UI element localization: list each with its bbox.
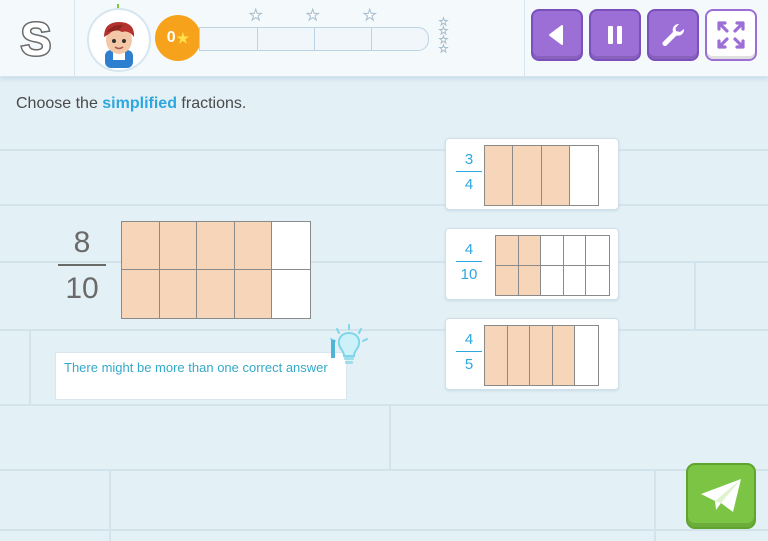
empty-cell xyxy=(541,265,564,295)
hint-box: There might be more than one correct ans… xyxy=(55,352,347,400)
shaded-cell xyxy=(507,326,531,385)
option-grid xyxy=(495,235,610,296)
fraction-bar xyxy=(456,171,482,172)
question-suffix: fractions. xyxy=(176,95,247,112)
option-numerator: 4 xyxy=(464,241,474,258)
pause-icon xyxy=(608,26,622,44)
shaded-cell xyxy=(541,146,570,205)
settings-button[interactable] xyxy=(647,9,699,61)
main-fraction: 8 10 xyxy=(58,226,106,306)
divider xyxy=(74,0,75,76)
option-denominator: 5 xyxy=(464,356,474,373)
hint-text: There might be more than one correct ans… xyxy=(64,360,328,375)
shaded-cell xyxy=(496,236,519,266)
empty-cell xyxy=(272,222,310,270)
shaded-cell xyxy=(122,222,160,270)
option-numerator: 4 xyxy=(464,331,474,348)
score-value: 0 xyxy=(166,29,176,46)
shaded-cell xyxy=(234,270,273,318)
option-denominator: 4 xyxy=(464,176,474,193)
option-grid xyxy=(484,325,599,386)
shaded-cell xyxy=(197,222,235,270)
progress-star-icon: ★ xyxy=(362,7,377,24)
avatar[interactable] xyxy=(87,8,151,72)
question-prefix: Choose the xyxy=(16,95,103,112)
option-grid xyxy=(484,145,599,206)
main-denominator: 10 xyxy=(65,272,99,305)
option-numerator: 3 xyxy=(464,151,474,168)
progress-tick xyxy=(257,28,258,50)
fullscreen-button[interactable] xyxy=(705,9,757,61)
fraction-bar xyxy=(58,264,106,266)
shaded-cell xyxy=(485,326,508,385)
empty-cell xyxy=(563,265,587,295)
shaded-cell xyxy=(122,270,160,318)
paper-plane-icon xyxy=(701,479,741,512)
empty-cell xyxy=(586,236,609,266)
shaded-cell xyxy=(518,265,542,295)
empty-cell xyxy=(575,326,598,385)
question-highlight: simplified xyxy=(102,95,177,112)
main-fraction-grid xyxy=(121,221,311,319)
progress-tick xyxy=(371,28,372,50)
empty-cell xyxy=(272,270,310,318)
back-button[interactable] xyxy=(531,9,583,61)
shaded-cell xyxy=(159,222,198,270)
wood-plank-background xyxy=(0,149,768,541)
boy-avatar-icon xyxy=(91,12,147,68)
empty-cell xyxy=(569,146,598,205)
shaded-cell xyxy=(234,222,273,270)
lightbulb-icon[interactable] xyxy=(329,324,369,368)
fraction-bar xyxy=(456,261,482,262)
shaded-cell xyxy=(513,146,542,205)
option-card[interactable]: 4 5 xyxy=(445,318,619,390)
empty-cell xyxy=(586,265,609,295)
stacked-stars-icon: ★ ★ ★ ★ xyxy=(439,17,449,55)
progress-star-icon: ★ xyxy=(248,7,263,24)
fullscreen-icon xyxy=(717,21,745,49)
shaded-cell xyxy=(530,326,553,385)
option-fraction: 3 4 xyxy=(454,151,484,193)
top-bar: S 0 ★ ★ ★ ★ ★ ★ ★ ★ xyxy=(0,0,768,77)
logo: S xyxy=(14,13,58,63)
pause-button[interactable] xyxy=(589,9,641,61)
logo-letter: S xyxy=(21,13,52,63)
progress-bar xyxy=(199,27,429,51)
score-badge: 0 ★ xyxy=(155,15,201,61)
progress-tick xyxy=(314,28,315,50)
main-numerator: 8 xyxy=(73,226,91,259)
progress-star-icon: ★ xyxy=(305,7,320,24)
option-fraction: 4 10 xyxy=(454,241,484,283)
fraction-bar xyxy=(456,351,482,352)
empty-cell xyxy=(541,236,564,266)
star-icon: ★ xyxy=(176,29,190,46)
option-fraction: 4 5 xyxy=(454,331,484,373)
shaded-cell xyxy=(496,265,519,295)
divider xyxy=(524,0,525,76)
back-icon xyxy=(549,25,563,45)
shaded-cell xyxy=(197,270,235,318)
option-denominator: 10 xyxy=(460,266,478,283)
empty-cell xyxy=(563,236,587,266)
wrench-icon xyxy=(662,23,685,46)
shaded-cell xyxy=(518,236,542,266)
submit-button[interactable] xyxy=(686,463,756,529)
question-text: Choose the simplified fractions. xyxy=(16,95,246,113)
option-card[interactable]: 4 10 xyxy=(445,228,619,300)
option-card[interactable]: 3 4 xyxy=(445,138,619,210)
shaded-cell xyxy=(552,326,576,385)
shaded-cell xyxy=(159,270,198,318)
shaded-cell xyxy=(485,146,514,205)
